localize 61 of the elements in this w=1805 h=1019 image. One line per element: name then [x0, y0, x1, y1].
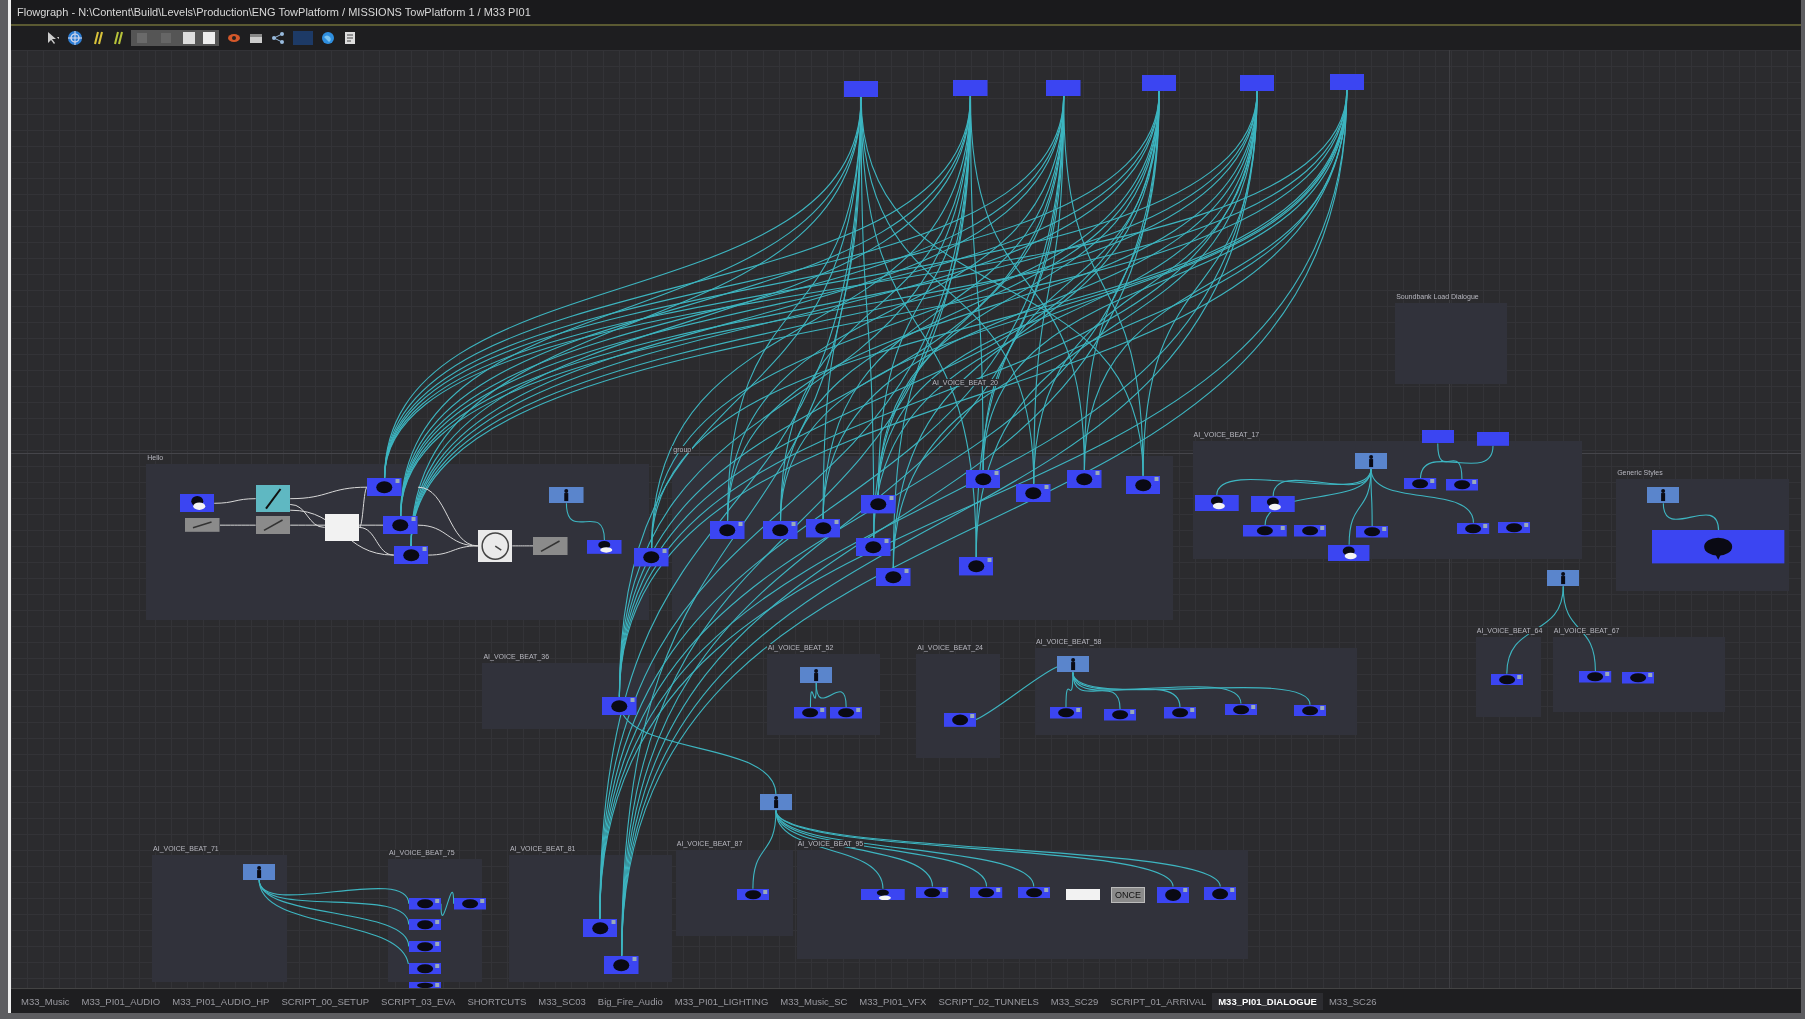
flow-node — [794, 707, 827, 719]
graph-tab[interactable]: M33_SC29 — [1044, 992, 1105, 1010]
flow-node — [1356, 526, 1389, 538]
flow-node — [1243, 525, 1287, 537]
graph-tab[interactable]: M33_PI01_AUDIO_HP — [166, 992, 276, 1010]
flow-node — [1579, 671, 1612, 683]
flow-node — [185, 518, 220, 533]
flow-node — [1103, 709, 1137, 721]
pointer-icon[interactable] — [45, 31, 59, 45]
graph-tab[interactable]: Big_Fire_Audio — [591, 992, 669, 1010]
share-icon[interactable] — [271, 31, 285, 45]
graph-tab[interactable]: M33_PI01_DIALOGUE — [1212, 992, 1323, 1010]
graph-tab[interactable]: M33_PI01_AUDIO — [75, 992, 167, 1010]
globe-icon[interactable] — [321, 31, 335, 45]
graph-tab[interactable]: M33_Music_SC — [774, 992, 854, 1010]
graph-tab[interactable]: SCRIPT_03_EVA — [375, 992, 462, 1010]
flow-node — [1647, 487, 1680, 504]
flow-node — [634, 548, 669, 567]
eye-icon[interactable] — [227, 31, 241, 45]
graph-tab[interactable]: SHORTCUTS — [461, 992, 533, 1010]
flow-node — [1445, 479, 1478, 491]
flow-node — [1141, 75, 1177, 92]
target-icon[interactable] — [67, 30, 83, 46]
flow-node — [1329, 73, 1365, 91]
comment-icon[interactable] — [91, 31, 103, 45]
flow-node — [805, 519, 841, 538]
graph-tab[interactable]: M33_Music — [15, 992, 76, 1010]
comment-icon[interactable] — [111, 31, 123, 45]
flow-node — [1046, 79, 1081, 96]
flow-node — [953, 79, 988, 96]
graph-tab[interactable]: SCRIPT_01_ARRIVAL — [1104, 992, 1213, 1010]
flow-node — [1421, 429, 1454, 444]
flow-node — [587, 540, 622, 554]
flow-node — [1049, 707, 1083, 719]
flow-node — [1621, 672, 1655, 684]
flow-node — [408, 898, 441, 910]
flow-node — [1194, 495, 1239, 512]
flow-node — [843, 80, 879, 97]
flow-node — [549, 487, 584, 504]
flow-node — [1251, 496, 1295, 513]
flow-node — [1239, 75, 1275, 92]
graph-tab[interactable]: SCRIPT_02_TUNNELS — [932, 992, 1045, 1010]
flow-node — [1056, 656, 1089, 673]
graph-tab[interactable]: M33_PI01_VFX — [853, 992, 933, 1010]
window-icon[interactable] — [249, 31, 263, 45]
flow-node — [830, 707, 863, 719]
flow-node — [1476, 431, 1510, 446]
document-icon[interactable] — [343, 31, 357, 45]
flow-node — [759, 794, 792, 811]
flow-node — [453, 898, 486, 910]
graph-tab[interactable]: M33_SC03 — [532, 992, 592, 1010]
flow-node — [1547, 570, 1580, 587]
flow-node — [958, 557, 994, 576]
flow-node — [179, 494, 215, 513]
flow-node — [861, 495, 896, 514]
flow-node — [1293, 525, 1327, 537]
toolbar-button-icon[interactable] — [131, 30, 219, 46]
flow-node — [1163, 707, 1196, 719]
graph-tab[interactable]: M33_PI01_LIGHTING — [668, 992, 775, 1010]
graph-tab[interactable]: SCRIPT_00_SETUP — [275, 992, 376, 1010]
graph-tab[interactable]: M33_SC26 — [1322, 992, 1383, 1010]
